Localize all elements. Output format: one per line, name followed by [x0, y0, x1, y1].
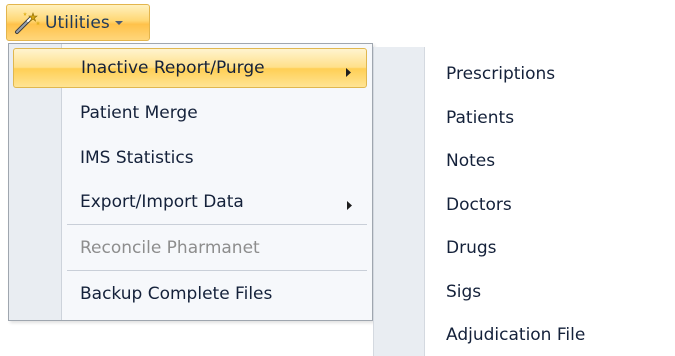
- submenu-item-patients[interactable]: Patients: [446, 106, 514, 130]
- menu-item-label: Backup Complete Files: [80, 284, 273, 304]
- submenu-item-adjudication-file[interactable]: Adjudication File: [446, 323, 585, 347]
- utilities-dropdown-menu: Inactive Report/Purge Patient Merge IMS …: [8, 43, 373, 321]
- submenu-item-sigs[interactable]: Sigs: [446, 280, 481, 304]
- utilities-menu-button[interactable]: Utilities: [6, 4, 150, 41]
- utilities-label: Utilities: [45, 12, 110, 33]
- submenu-item-prescriptions[interactable]: Prescriptions: [446, 62, 555, 86]
- menu-item-reconcile-pharmanet: Reconcile Pharmanet: [13, 228, 367, 268]
- submenu-arrow-icon: [345, 63, 352, 82]
- menu-item-ims-statistics[interactable]: IMS Statistics: [13, 138, 367, 178]
- submenu-item-notes[interactable]: Notes: [446, 149, 495, 173]
- submenu-arrow-icon: [346, 196, 353, 215]
- app-stage: Utilities Inactive Report/Purge Patient …: [0, 0, 675, 356]
- menu-separator: [67, 270, 367, 271]
- submenu-item-doctors[interactable]: Doctors: [446, 193, 512, 217]
- menu-item-label: IMS Statistics: [80, 148, 194, 168]
- submenu-icon-gutter: [374, 47, 425, 356]
- submenu-item-drugs[interactable]: Drugs: [446, 236, 497, 260]
- inactive-report-purge-submenu: Prescriptions Patients Notes Doctors Dru…: [373, 47, 675, 356]
- menu-item-label: Patient Merge: [80, 103, 198, 123]
- menu-separator: [67, 224, 367, 225]
- menu-item-export-import-data[interactable]: Export/Import Data: [13, 182, 367, 222]
- menu-item-inactive-report-purge[interactable]: Inactive Report/Purge: [13, 48, 367, 88]
- menu-item-patient-merge[interactable]: Patient Merge: [13, 93, 367, 133]
- menu-item-label: Inactive Report/Purge: [81, 58, 265, 78]
- menu-item-label: Export/Import Data: [80, 192, 244, 212]
- chevron-down-icon: [114, 19, 124, 27]
- magic-wand-icon: [12, 10, 42, 36]
- menu-item-backup-complete-files[interactable]: Backup Complete Files: [13, 274, 367, 314]
- menu-item-label: Reconcile Pharmanet: [80, 238, 260, 258]
